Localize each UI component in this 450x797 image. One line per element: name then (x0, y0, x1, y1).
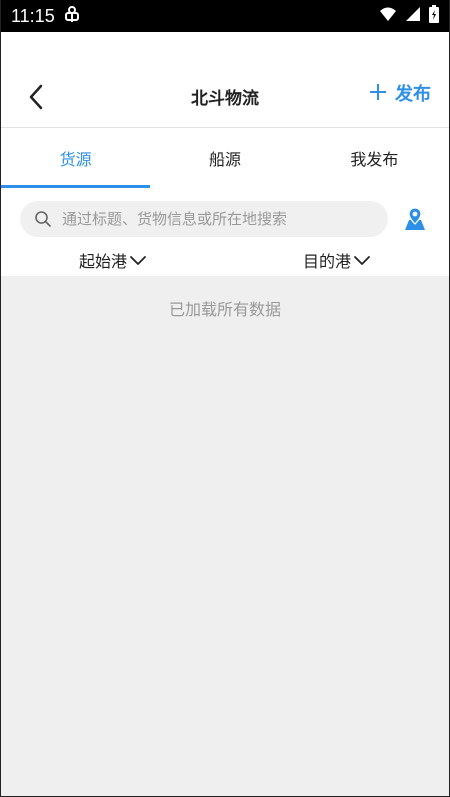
origin-port-filter[interactable]: 起始港 (1, 244, 225, 276)
signal-icon (405, 6, 421, 26)
status-bar: 11:15 (1, 0, 449, 32)
tab-label: 货源 (59, 150, 92, 169)
publish-label: 发布 (395, 84, 431, 105)
tab-bar: 货源 船源 我发布 (1, 128, 449, 188)
search-box[interactable] (20, 201, 388, 237)
status-left: 11:15 (11, 5, 81, 28)
chevron-down-icon (354, 256, 370, 265)
filter-label: 目的港 (302, 252, 351, 271)
publish-button[interactable]: 发布 (369, 80, 431, 106)
search-row (1, 188, 449, 248)
destination-port-filter[interactable]: 目的港 (225, 244, 449, 276)
status-time: 11:15 (11, 5, 55, 26)
chevron-down-icon (130, 256, 146, 265)
search-icon (35, 211, 51, 227)
filter-row: 起始港 目的港 (1, 244, 449, 276)
tab-cargo-source[interactable]: 货源 (1, 128, 151, 188)
tab-label: 我发布 (350, 150, 399, 169)
app-header: 北斗物流 发布 (1, 32, 449, 128)
tab-ship-source[interactable]: 船源 (150, 128, 299, 188)
bug-icon (63, 5, 81, 28)
map-button[interactable] (403, 206, 427, 232)
tab-label: 船源 (208, 150, 241, 169)
status-right (379, 5, 439, 27)
filter-label: 起始港 (78, 252, 127, 271)
map-pin-icon (405, 207, 425, 230)
search-input[interactable] (62, 210, 362, 228)
wifi-icon (379, 6, 397, 26)
battery-icon (429, 5, 439, 27)
content-area: 已加载所有数据 (1, 276, 449, 796)
tab-my-posts[interactable]: 我发布 (300, 128, 449, 188)
plus-icon (369, 81, 387, 105)
empty-message: 已加载所有数据 (168, 300, 281, 319)
